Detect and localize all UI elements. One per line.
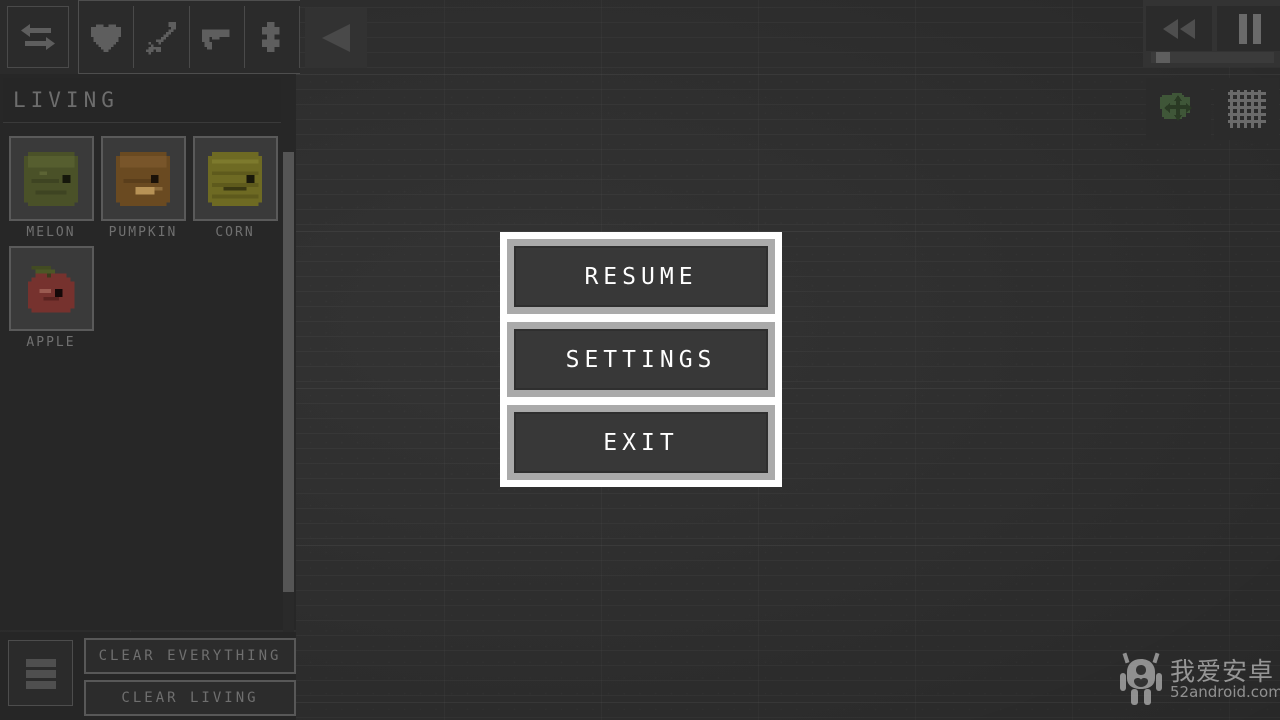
- melon-sprite: [23, 151, 79, 206]
- pause-menu-panel: RESUME SETTINGS EXIT: [500, 232, 782, 487]
- palette-scrollbar[interactable]: [283, 152, 294, 704]
- item-tile[interactable]: [100, 136, 186, 221]
- settings-button-label: SETTINGS: [565, 346, 717, 373]
- clear-living-button[interactable]: CLEAR LIVING: [84, 680, 296, 716]
- item-tile[interactable]: [8, 246, 94, 331]
- back-button[interactable]: [305, 8, 367, 68]
- palette-item-apple[interactable]: APPLE: [5, 246, 97, 350]
- exit-button-label: EXIT: [603, 429, 679, 456]
- apple-sprite: [27, 265, 75, 312]
- button-face: RESUME: [514, 246, 768, 307]
- menu-button[interactable]: [8, 640, 73, 706]
- pumpkin-sprite: [115, 151, 171, 206]
- creature-move-icon: [1158, 89, 1200, 129]
- grid-tool-button[interactable]: [1214, 78, 1279, 140]
- item-tile[interactable]: [192, 136, 278, 221]
- gun-icon: [197, 17, 237, 57]
- heart-icon: [86, 17, 126, 57]
- move-tool-button[interactable]: [1146, 78, 1211, 140]
- tab-more[interactable]: [244, 6, 300, 68]
- tab-guns[interactable]: [189, 6, 245, 68]
- item-label: APPLE: [26, 335, 76, 350]
- button-face: EXIT: [514, 412, 768, 473]
- pause-button[interactable]: [1217, 6, 1280, 51]
- palette-item-melon[interactable]: MELON: [5, 136, 97, 240]
- swap-arrows-icon: [17, 16, 59, 58]
- palette-item-pumpkin[interactable]: PUMPKIN: [97, 136, 189, 240]
- grid-icon: [1227, 90, 1266, 128]
- palette-items: MELON PUMPKIN CORN APPLE: [0, 130, 282, 630]
- watermark-cn: 我爱安卓: [1170, 656, 1275, 686]
- speed-slider-thumb[interactable]: [1156, 52, 1170, 63]
- sword-icon: [141, 17, 181, 57]
- watermark-text: 我爱安卓 52android.com: [1170, 659, 1280, 700]
- settings-button[interactable]: SETTINGS: [507, 322, 775, 397]
- item-label: CORN: [215, 225, 255, 240]
- pause-icon: [1236, 13, 1264, 45]
- item-label: PUMPKIN: [108, 225, 178, 240]
- palette-header: LIVING: [3, 78, 281, 123]
- back-triangle-icon: [314, 16, 358, 60]
- hamburger-menu-icon: [19, 651, 63, 695]
- item-tile[interactable]: [8, 136, 94, 221]
- swap-tab-button[interactable]: [7, 6, 69, 68]
- clear-everything-button[interactable]: CLEAR EVERYTHING: [84, 638, 296, 674]
- palette-title: LIVING: [13, 88, 119, 112]
- partial-icon: [252, 17, 292, 57]
- palette-panel: LIVING MELON PUMPKIN CORN APPLE: [0, 74, 296, 704]
- android-robot-icon: [1118, 651, 1164, 707]
- tab-living[interactable]: [79, 6, 135, 68]
- tool-tab-group: [78, 0, 300, 74]
- playback-controls: [1143, 0, 1280, 67]
- scrollbar-thumb[interactable]: [283, 152, 294, 592]
- rewind-icon: [1160, 16, 1198, 42]
- top-toolbar: [0, 0, 300, 74]
- resume-button[interactable]: RESUME: [507, 239, 775, 314]
- exit-button[interactable]: EXIT: [507, 405, 775, 480]
- watermark-en: 52android.com: [1170, 682, 1280, 701]
- item-label: MELON: [26, 225, 76, 240]
- rewind-button[interactable]: [1146, 6, 1212, 51]
- corn-sprite: [207, 151, 263, 206]
- button-face: SETTINGS: [514, 329, 768, 390]
- game-screen: LIVING MELON PUMPKIN CORN APPLE CLEAR EV…: [0, 0, 1280, 720]
- tab-melee[interactable]: [134, 6, 190, 68]
- palette-item-corn[interactable]: CORN: [189, 136, 281, 240]
- resume-button-label: RESUME: [584, 263, 698, 290]
- watermark: 我爱安卓 52android.com: [1118, 648, 1280, 710]
